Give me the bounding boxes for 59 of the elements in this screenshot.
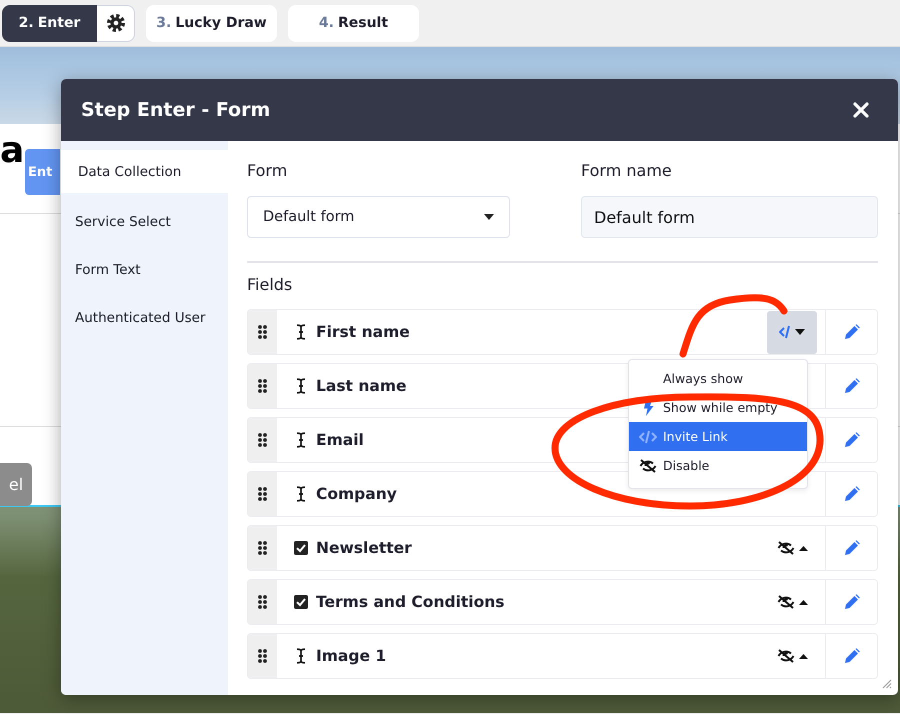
eye-slash-icon (776, 541, 794, 555)
caret-down-icon (795, 329, 805, 335)
drag-handle-icon[interactable] (258, 325, 267, 339)
edit-button[interactable] (825, 418, 877, 462)
code-icon (779, 325, 791, 339)
edit-button[interactable] (825, 364, 877, 408)
close-button[interactable] (851, 100, 871, 120)
resize-grip-icon[interactable] (882, 679, 892, 689)
menu-item[interactable]: Invite Link (629, 422, 807, 451)
edit-button[interactable] (825, 526, 877, 570)
drag-handle-icon[interactable] (258, 595, 267, 609)
field-label: Last name (316, 377, 407, 395)
edit-button[interactable] (825, 310, 877, 354)
drag-handle-icon[interactable] (258, 379, 267, 393)
drag-handle-icon[interactable] (258, 649, 267, 663)
menu-item[interactable]: Disable (629, 451, 807, 480)
drag-handle-icon[interactable] (258, 541, 267, 555)
pencil-icon (844, 432, 860, 448)
caret-up-icon (798, 546, 808, 550)
step-tab[interactable]: 4. Result (288, 4, 419, 42)
pencil-icon (844, 540, 860, 556)
pencil-icon (844, 324, 860, 340)
settings-icon (106, 13, 126, 33)
pencil-icon (844, 648, 860, 664)
edit-button[interactable] (825, 472, 877, 516)
drag-handle-icon[interactable] (258, 433, 267, 447)
field-label: Company (316, 485, 397, 503)
field-label: First name (316, 323, 410, 341)
caret-up-icon (798, 600, 808, 604)
form-name-input[interactable]: Default form (581, 196, 878, 238)
settings-button[interactable] (97, 4, 135, 42)
step-tab[interactable]: 3. Lucky Draw (146, 4, 277, 42)
menu-item[interactable]: Always show (629, 364, 807, 393)
field-label: Newsletter (316, 539, 412, 557)
field-caption: Form (247, 161, 288, 182)
edit-button[interactable] (825, 634, 877, 678)
drag-handle-icon[interactable] (258, 487, 267, 501)
caret-down-icon (484, 214, 494, 220)
caret-up-icon (798, 654, 808, 658)
eye-slash-icon (776, 649, 794, 663)
form-select[interactable]: Default form (247, 196, 510, 238)
pencil-icon (844, 594, 860, 610)
sidebar-item[interactable]: Form Text (61, 246, 228, 294)
pencil-icon (844, 378, 860, 394)
sidebar-item[interactable]: Data Collection (61, 150, 228, 193)
pencil-icon (844, 486, 860, 502)
field-label: Terms and Conditions (316, 593, 505, 611)
field-label: Email (316, 431, 364, 449)
dialog-title: Step Enter - Form (81, 99, 270, 121)
step-tab[interactable]: 2. Enter (2, 4, 97, 42)
sidebar-item[interactable]: Service Select (61, 198, 228, 246)
eye-slash-icon (776, 595, 794, 609)
sidebar-item[interactable]: Authenticated User (61, 294, 228, 342)
field-label: Image 1 (316, 647, 386, 665)
section-title: Fields (247, 275, 294, 296)
close-icon (853, 102, 869, 118)
field-caption: Form name (581, 161, 673, 182)
menu-item[interactable]: Show while empty (629, 393, 807, 422)
edit-button[interactable] (825, 580, 877, 624)
